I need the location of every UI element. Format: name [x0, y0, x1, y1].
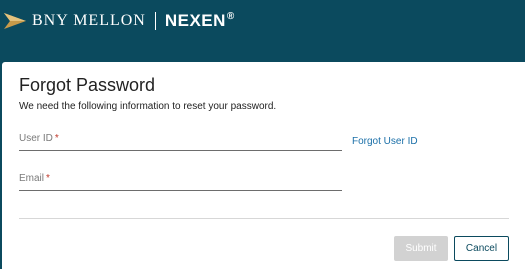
brand-bny-mellon: BNY MELLON	[32, 12, 146, 29]
page-title: Forgot Password	[19, 75, 156, 95]
registered-mark: ®	[226, 11, 235, 22]
bny-mellon-nexen-logo[interactable]: BNY MELLON NEXEN ®	[4, 10, 234, 32]
email-input[interactable]	[19, 171, 342, 190]
form-divider	[19, 218, 509, 219]
forgot-user-id-link[interactable]: Forgot User ID	[352, 136, 418, 147]
brand-nexen: NEXEN	[164, 11, 226, 30]
submit-button[interactable]: Submit	[394, 236, 448, 261]
page-subtitle: We need the following information to res…	[19, 101, 277, 112]
forgot-password-card: Forgot Password We need the following in…	[2, 62, 525, 269]
user-id-field[interactable]: User ID *	[19, 131, 342, 151]
brand-separator	[154, 12, 156, 30]
bny-arrow-icon	[4, 13, 26, 29]
email-field[interactable]: Email *	[19, 171, 342, 191]
app-header: BNY MELLON NEXEN ®	[0, 0, 525, 62]
cancel-button[interactable]: Cancel	[454, 236, 509, 261]
user-id-input[interactable]	[19, 131, 342, 150]
